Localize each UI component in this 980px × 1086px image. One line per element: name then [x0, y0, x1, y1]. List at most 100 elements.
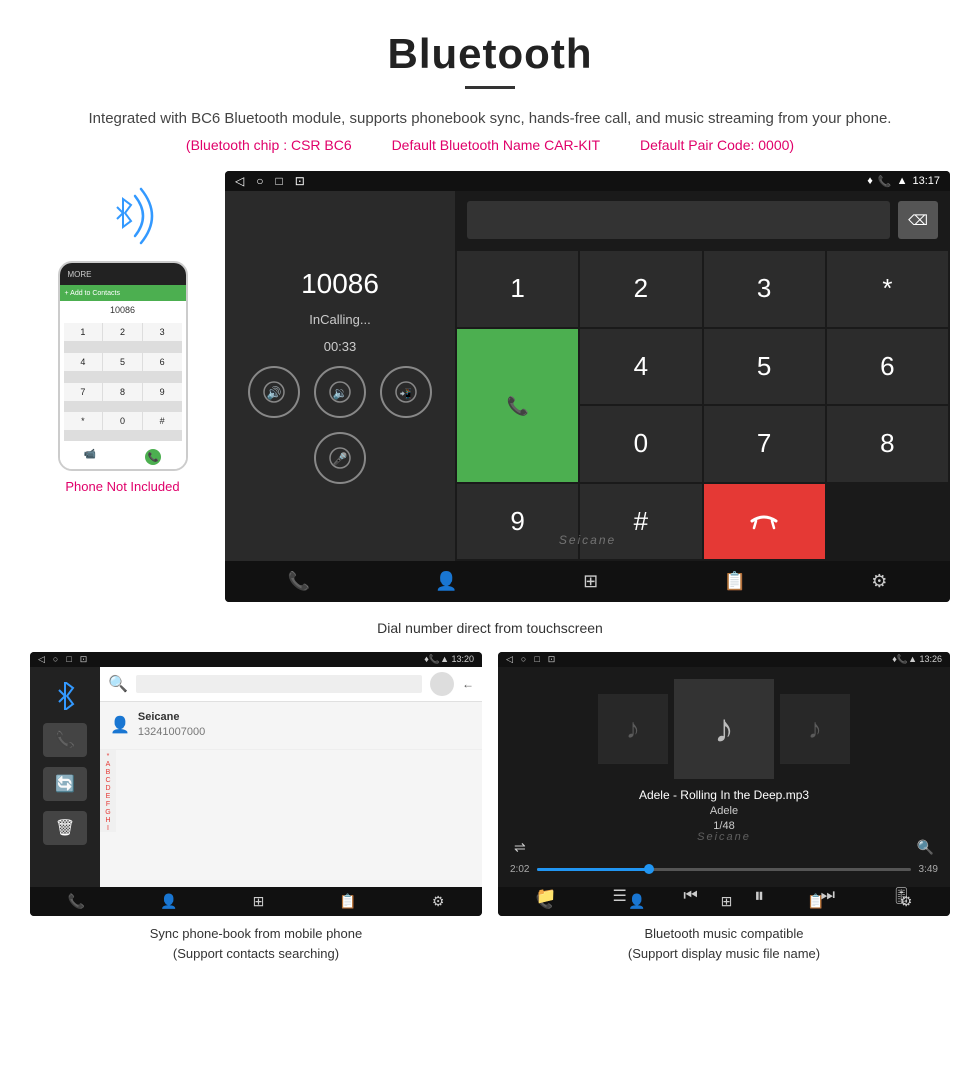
alpha-d[interactable]: D — [105, 785, 110, 792]
phonebook-screen: ◁ ○ □ ⊡ ♦📞▲ 13:20 — [30, 652, 482, 916]
key-9[interactable]: 9 — [143, 383, 182, 401]
alpha-i[interactable]: I — [107, 825, 109, 832]
pb-bottom-settings[interactable]: ⚙ — [432, 893, 445, 910]
screenshot-icon[interactable]: ⊡ — [295, 174, 305, 188]
pb-screenshot-icon[interactable]: ⊡ — [80, 654, 88, 665]
dialer-numpad-panel: ⌫ 1 2 3 * 📞 4 5 6 0 7 — [455, 191, 950, 561]
key-6[interactable]: 6 — [143, 353, 182, 371]
key-8[interactable]: 8 — [103, 383, 142, 401]
home-icon[interactable]: ○ — [256, 174, 263, 188]
alpha-e[interactable]: E — [106, 793, 111, 800]
shuffle-icon[interactable]: ⇌ — [514, 839, 526, 856]
key-3[interactable]: 3 — [143, 323, 182, 341]
call-accept-button[interactable]: 📞 — [457, 329, 578, 482]
pb-bottom-dialpad[interactable]: ⊞ — [253, 893, 265, 910]
pb-bottom-calls[interactable]: 📞 — [68, 893, 85, 910]
alpha-c[interactable]: C — [105, 777, 110, 784]
key-1[interactable]: 1 — [64, 323, 103, 341]
numpad-key-7[interactable]: 7 — [704, 406, 825, 482]
music-status-bar: ◁ ○ □ ⊡ ♦📞▲ 13:26 — [498, 652, 950, 667]
alpha-g[interactable]: G — [105, 809, 110, 816]
alpha-a[interactable]: A — [106, 761, 111, 768]
key-0[interactable]: 0 — [103, 412, 142, 430]
dialer-input-box[interactable] — [467, 201, 890, 239]
pb-bluetooth-icon[interactable] — [43, 679, 87, 713]
alpha-f[interactable]: F — [106, 801, 110, 808]
key-4[interactable]: 4 — [64, 353, 103, 371]
backspace-button[interactable]: ⌫ — [898, 201, 938, 239]
pb-recents-icon[interactable]: □ — [66, 654, 71, 665]
pb-delete-icon[interactable]: 🗑 — [43, 811, 87, 845]
numpad-key-8[interactable]: 8 — [827, 406, 948, 482]
next-track-icon[interactable]: ⏭ — [821, 887, 835, 905]
bottom-transfer-icon[interactable]: 📋 — [723, 571, 745, 592]
numpad-key-5[interactable]: 5 — [704, 329, 825, 405]
bottom-contacts-icon[interactable]: 👤 — [435, 571, 457, 592]
pb-back-icon[interactable]: ◁ — [38, 654, 45, 665]
numpad-key-6[interactable]: 6 — [827, 329, 948, 405]
pb-home-icon[interactable]: ○ — [53, 654, 58, 665]
key-hash[interactable]: # — [143, 412, 182, 430]
pb-search-input[interactable] — [136, 675, 422, 693]
numpad-key-9[interactable]: 9 — [457, 484, 578, 560]
bottom-calls-icon[interactable]: 📞 — [288, 571, 310, 592]
pb-back-arrow[interactable]: ← — [462, 677, 474, 691]
svg-text:📲: 📲 — [400, 387, 412, 400]
equalizer-icon[interactable]: 🎚 — [891, 886, 911, 906]
music-progress-bar[interactable] — [537, 868, 910, 871]
numpad-key-0[interactable]: 0 — [580, 406, 701, 482]
dialer-input-row: ⌫ — [455, 191, 950, 249]
mute-button[interactable]: 🎤 — [314, 432, 366, 484]
volume-down-button[interactable]: 🔉 — [314, 366, 366, 418]
bottom-dialpad-icon[interactable]: ⊞ — [583, 571, 598, 592]
pb-status-right: ♦📞▲ 13:20 — [424, 654, 474, 665]
pb-bottom-transfer[interactable]: 📋 — [339, 893, 356, 910]
music-search-icon[interactable]: 🔍 — [917, 839, 934, 856]
numpad-key-2[interactable]: 2 — [580, 251, 701, 327]
svg-text:📞: 📞 — [506, 394, 529, 416]
numpad-key-hash[interactable]: # — [580, 484, 701, 560]
pb-alpha-list: * A B C D E F G H I — [100, 750, 116, 832]
pb-sync-icon[interactable]: 🔄 — [43, 767, 87, 801]
play-pause-icon[interactable]: ⏸ — [754, 885, 764, 908]
seicane-watermark-top: Seicane — [559, 533, 616, 547]
pb-search-icon[interactable]: 🔍 — [108, 674, 128, 694]
call-end-button[interactable] — [704, 484, 825, 560]
music-screenshot-icon[interactable]: ⊡ — [548, 654, 556, 665]
numpad-key-1[interactable]: 1 — [457, 251, 578, 327]
recents-icon[interactable]: □ — [275, 174, 282, 188]
pb-bottom-bar: 📞 👤 ⊞ 📋 ⚙ — [30, 887, 482, 916]
pb-phone-icon[interactable]: 📞 — [43, 723, 87, 757]
music-back-icon[interactable]: ◁ — [506, 654, 513, 665]
status-nav-icons: ◁ ○ □ ⊡ — [235, 174, 305, 188]
volume-up-button[interactable]: 🔊 — [248, 366, 300, 418]
music-recents-icon[interactable]: □ — [534, 654, 539, 665]
bt-chip-info: (Bluetooth chip : CSR BC6 — [186, 137, 352, 153]
pb-contact-row[interactable]: 👤 Seicane 13241007000 — [100, 702, 482, 750]
phone-screen: + Add to Contacts 10086 1 2 3 4 5 6 7 8 … — [60, 285, 186, 469]
prev-track-icon[interactable]: ⏮ — [683, 887, 697, 905]
svg-text:🔊: 🔊 — [267, 385, 282, 400]
key-2[interactable]: 2 — [103, 323, 142, 341]
music-screen-content: ♪ ♪ ♪ Adele - Rolling In the Deep.mp3 Ad… — [498, 667, 950, 887]
numpad-key-3[interactable]: 3 — [704, 251, 825, 327]
key-star[interactable]: * — [64, 412, 103, 430]
key-5[interactable]: 5 — [103, 353, 142, 371]
numpad-key-star[interactable]: * — [827, 251, 948, 327]
folder-icon[interactable]: 📁 — [536, 886, 556, 906]
album-art-main: ♪ — [674, 679, 774, 779]
numpad-grid: 1 2 3 * 📞 4 5 6 0 7 8 9 # — [455, 249, 950, 561]
alpha-b[interactable]: B — [106, 769, 111, 776]
transfer-button[interactable]: 📲 — [380, 366, 432, 418]
alpha-star[interactable]: * — [107, 753, 110, 760]
subtitle-text: Integrated with BC6 Bluetooth module, su… — [0, 107, 980, 137]
bottom-settings-icon[interactable]: ⚙ — [871, 571, 887, 592]
back-icon[interactable]: ◁ — [235, 174, 244, 188]
music-home-icon[interactable]: ○ — [521, 654, 526, 665]
phone-call-button[interactable]: 📞 — [145, 449, 161, 465]
numpad-key-4[interactable]: 4 — [580, 329, 701, 405]
pb-bottom-contacts[interactable]: 👤 — [160, 893, 177, 910]
key-7[interactable]: 7 — [64, 383, 103, 401]
playlist-icon[interactable]: ☰ — [613, 886, 627, 906]
alpha-h[interactable]: H — [105, 817, 110, 824]
